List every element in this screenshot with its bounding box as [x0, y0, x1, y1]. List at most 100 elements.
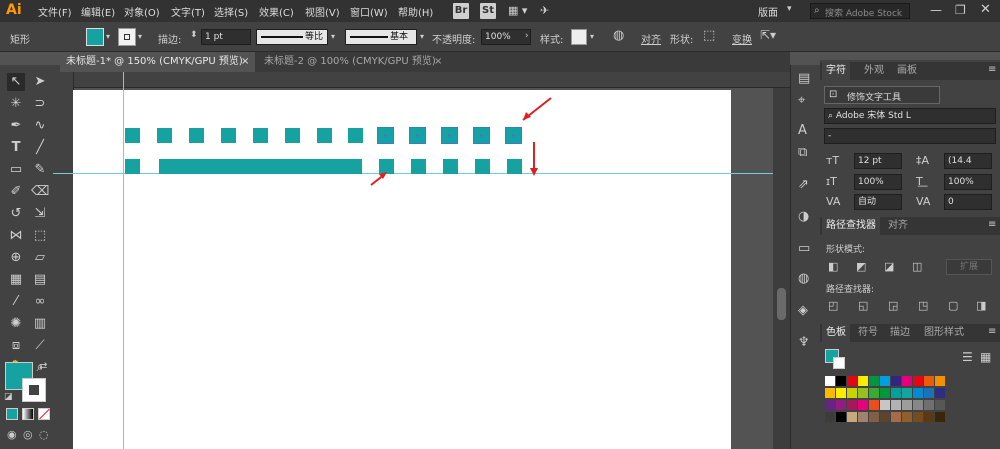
mesh-tool-icon[interactable]: ▦ [7, 271, 25, 289]
color-swatch[interactable] [913, 388, 923, 398]
draw-behind-icon[interactable]: ◎ [23, 428, 33, 441]
color-swatch[interactable] [869, 388, 879, 398]
tab-appearance[interactable]: 外观 [860, 62, 888, 80]
unite-icon[interactable]: ◧ [828, 260, 838, 273]
opacity-field[interactable]: 100% [481, 29, 531, 45]
transform-link[interactable]: 变换 [732, 31, 752, 46]
pen-tool-icon[interactable]: ✒ [7, 117, 25, 135]
color-swatch[interactable] [913, 376, 923, 386]
exclude-icon[interactable]: ◫ [912, 260, 922, 273]
style-dropdown-icon[interactable]: ▾ [590, 32, 594, 41]
column-graph-tool-icon[interactable]: ▥ [31, 315, 49, 333]
dash-square[interactable] [125, 128, 140, 143]
default-colors-icon[interactable]: ◪ [4, 392, 13, 402]
menu-type[interactable]: 文字(T) [171, 4, 205, 19]
recolor-artwork-icon[interactable]: ◍ [613, 28, 624, 43]
tab-character[interactable]: 字符 [822, 62, 850, 80]
color-swatch[interactable] [847, 376, 857, 386]
vertical-scrollbar[interactable] [773, 88, 790, 449]
menu-window[interactable]: 窗口(W) [350, 4, 388, 19]
color-swatch[interactable] [891, 376, 901, 386]
eyedropper-tool-icon[interactable]: ⁄ [7, 293, 25, 311]
menu-help[interactable]: 帮助(H) [398, 4, 433, 19]
color-swatch[interactable] [935, 412, 945, 422]
menu-file[interactable]: 文件(F) [38, 4, 72, 19]
color-swatch[interactable] [902, 412, 912, 422]
color-swatch[interactable] [836, 412, 846, 422]
stroke-dropdown-icon[interactable]: ▾ [138, 32, 142, 41]
thumbnail-view-icon[interactable]: ▦ [980, 350, 991, 364]
tracking-field[interactable]: 0 [944, 194, 992, 210]
color-swatch[interactable] [924, 388, 934, 398]
color-swatch[interactable] [880, 376, 890, 386]
bridge-icon[interactable]: Br [453, 3, 469, 19]
dash-square[interactable] [221, 128, 236, 143]
color-swatch[interactable] [924, 400, 934, 410]
gradient-tool-icon[interactable]: ▤ [31, 271, 49, 289]
color-swatch[interactable] [869, 400, 879, 410]
tab-graphic-styles[interactable]: 图形样式 [920, 324, 968, 342]
color-swatch[interactable] [858, 412, 868, 422]
arrange-documents-icon[interactable]: ▦ ▾ [508, 4, 527, 17]
dash-square[interactable] [317, 128, 332, 143]
layers-icon[interactable]: ▤ [798, 71, 810, 86]
close-window-icon[interactable]: ✕ [980, 2, 991, 17]
fill-dropdown-icon[interactable]: ▾ [106, 32, 110, 41]
magic-wand-tool-icon[interactable]: ✳ [7, 95, 25, 113]
stroke-swatch[interactable] [118, 28, 136, 46]
color-swatch[interactable] [858, 400, 868, 410]
draw-normal-icon[interactable]: ◉ [7, 428, 17, 441]
menu-edit[interactable]: 编辑(E) [81, 4, 115, 19]
eraser-tool-icon[interactable]: ⌫ [31, 183, 49, 201]
dash-square[interactable] [157, 128, 172, 143]
artboard-tool-icon[interactable]: ⧈ [7, 337, 25, 355]
shaper-tool-icon[interactable]: ✐ [7, 183, 25, 201]
gradient-mode-icon[interactable] [22, 408, 34, 420]
transparency-icon[interactable]: ◑ [798, 209, 809, 224]
color-mode-icon[interactable] [6, 408, 18, 420]
divide-icon[interactable]: ◰ [828, 299, 838, 312]
stock-icon[interactable]: St [480, 3, 496, 19]
close-tab-icon[interactable]: × [241, 52, 249, 72]
isolate-icon[interactable]: ⇱▾ [760, 28, 776, 42]
navigator-icon[interactable]: ⌖ [798, 93, 805, 108]
shape-builder-tool-icon[interactable]: ⊕ [7, 249, 25, 267]
list-view-icon[interactable]: ☰ [962, 350, 973, 364]
opacity-arrow-icon[interactable]: › [525, 31, 529, 41]
color-swatch[interactable] [869, 412, 879, 422]
gradient-panel-icon[interactable]: ▭ [798, 241, 810, 256]
stroke-stepper-icon[interactable]: ⬍ [190, 30, 198, 40]
color-swatch[interactable] [847, 412, 857, 422]
swap-colors-icon[interactable]: ⇄ [39, 361, 47, 372]
color-swatch[interactable] [869, 376, 879, 386]
kerning-field[interactable]: 自动 [854, 194, 902, 210]
direct-selection-tool-icon[interactable]: ➤ [31, 73, 49, 91]
draw-inside-icon[interactable]: ◌ [39, 428, 49, 441]
tab-symbols[interactable]: 符号 [854, 324, 882, 342]
close-tab-icon[interactable]: × [434, 52, 442, 72]
fill-swatch[interactable] [86, 28, 104, 46]
color-swatch[interactable] [858, 388, 868, 398]
blend-tool-icon[interactable]: ∞ [31, 293, 49, 311]
color-swatch[interactable] [935, 388, 945, 398]
character-icon[interactable]: A [798, 123, 807, 138]
color-swatch[interactable] [902, 376, 912, 386]
color-swatch[interactable] [836, 388, 846, 398]
dash-square[interactable] [285, 128, 300, 143]
tab-swatches[interactable]: 色板 [822, 324, 850, 342]
export-icon[interactable]: ⇗ [798, 177, 809, 192]
brush-dropdown-icon[interactable]: ▾ [420, 32, 424, 41]
outline-icon[interactable]: ▢ [948, 299, 958, 312]
font-style-field[interactable]: - [824, 128, 996, 144]
intersect-icon[interactable]: ◪ [884, 260, 894, 273]
font-size-field[interactable]: 12 pt [854, 153, 902, 169]
minimize-icon[interactable]: — [930, 3, 942, 17]
trim-icon[interactable]: ◱ [858, 299, 868, 312]
color-swatch[interactable] [891, 400, 901, 410]
swatch-stroke-indicator[interactable] [833, 357, 845, 369]
crop-icon[interactable]: ◳ [918, 299, 928, 312]
paintbrush-tool-icon[interactable]: ✎ [31, 161, 49, 179]
minus-front-icon[interactable]: ◩ [856, 260, 866, 273]
color-swatch[interactable] [913, 400, 923, 410]
color-swatch[interactable] [902, 400, 912, 410]
